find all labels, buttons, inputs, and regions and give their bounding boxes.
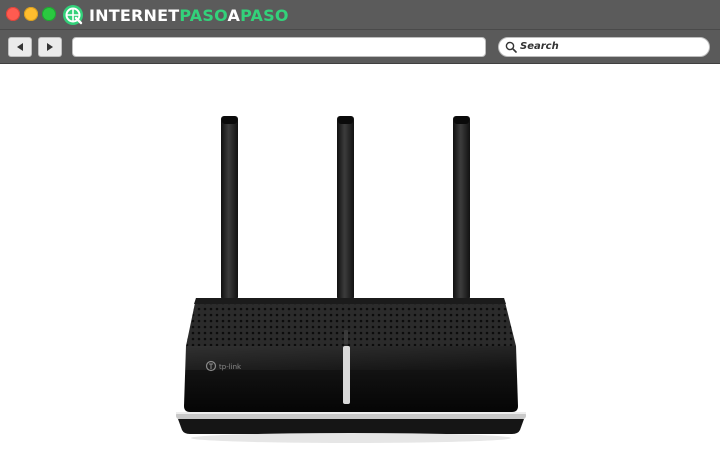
browser-window: INTERNETPASOAPASO Search tp-link: [0, 0, 720, 450]
browser-toolbar: Search: [0, 30, 720, 64]
back-arrow-icon: [17, 43, 23, 51]
router-antenna-middle: [337, 116, 354, 300]
close-window-button[interactable]: [6, 7, 20, 21]
globe-logo-icon: [63, 5, 83, 25]
router-led-strip: [343, 346, 350, 404]
search-placeholder: Search: [520, 41, 559, 52]
router-antenna-right: [453, 116, 470, 300]
forward-button[interactable]: [38, 37, 62, 57]
logo-text-a: A: [227, 6, 241, 25]
search-icon: [505, 41, 517, 53]
router-top-mesh: [186, 298, 516, 346]
back-button[interactable]: [8, 37, 32, 57]
logo-text-paso: PASO: [179, 6, 228, 25]
logo-text-internet: INTERNET: [89, 6, 180, 25]
search-input[interactable]: Search: [498, 37, 710, 57]
router-brand-label: tp-link: [219, 363, 242, 371]
site-logo[interactable]: INTERNETPASOAPASO: [89, 5, 289, 27]
title-bar: INTERNETPASOAPASO: [0, 0, 720, 30]
forward-arrow-icon: [47, 43, 53, 51]
router-image: tp-link: [176, 116, 526, 443]
router-antenna-left: [221, 116, 238, 300]
address-bar[interactable]: [72, 37, 486, 57]
minimize-window-button[interactable]: [24, 7, 38, 21]
logo-text-paso-2: PASO: [240, 6, 289, 25]
maximize-window-button[interactable]: [42, 7, 56, 21]
page-content: tp-link: [0, 64, 720, 450]
router-base: [178, 419, 524, 434]
